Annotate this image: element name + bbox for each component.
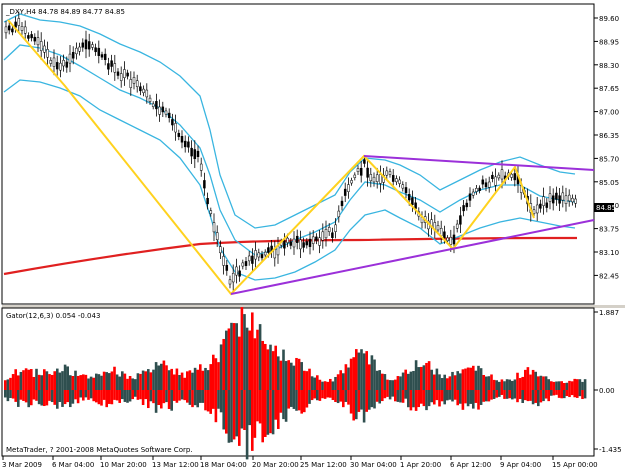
price-tick-label: 87.00 xyxy=(599,109,619,117)
price-tick-label: 85.70 xyxy=(599,155,619,163)
gator-tick-label: 1.887 xyxy=(599,309,619,317)
gator-tick-label: -1.435 xyxy=(599,446,622,454)
time-tick-label: 6 Apr 12:00 xyxy=(450,461,491,469)
current-price-marker: 84.85 xyxy=(594,203,616,212)
time-tick-label: 3 Mar 2009 xyxy=(2,461,42,469)
time-tick-label: 25 Mar 12:00 xyxy=(300,461,347,469)
time-tick-label: 18 Mar 04:00 xyxy=(200,461,247,469)
chart-canvas[interactable]: _DXY,H4 84.78 84.89 84.77 84.85 89.6088.… xyxy=(0,0,627,470)
price-tick-label: 89.60 xyxy=(599,15,619,23)
metatrader-chart-window[interactable]: _DXY,H4 84.78 84.89 84.77 84.85 89.60 88.… xyxy=(0,0,627,470)
time-tick-label: 15 Apr 00:00 xyxy=(552,461,598,469)
copyright-text: MetaTrader, ? 2001-2008 MetaQuotes Softw… xyxy=(6,446,193,454)
price-axis: 89.60 88.95 88.30 87.65 87.00 86.35 85.70 85.05… xyxy=(594,15,619,280)
time-tick-label: 6 Mar 04:00 xyxy=(52,461,94,469)
time-tick-label: 30 Mar 04:00 xyxy=(350,461,397,469)
price-tick-label: 88.30 xyxy=(599,62,619,70)
current-price-label: 84.85 xyxy=(596,204,616,212)
gator-pane[interactable]: Gator(12,6,3) 0.054 -0.043 1.887 0.00 -1.4… xyxy=(1,307,622,460)
price-tick-label: 83.10 xyxy=(599,249,619,257)
price-tick-label: 87.65 xyxy=(599,85,619,93)
gator-pane-header: Gator(12,6,3) 0.054 -0.043 xyxy=(6,312,100,320)
time-tick-label: 1 Apr 20:00 xyxy=(400,461,441,469)
gator-axis: 1.887 0.00 -1.435 xyxy=(594,309,622,454)
price-tick-label: 88.95 xyxy=(599,38,619,46)
price-pane[interactable]: _DXY,H4 84.78 84.89 84.77 84.85 89.6088.… xyxy=(1,3,619,305)
price-tick-label: 85.05 xyxy=(599,179,619,187)
price-tick-label: 86.35 xyxy=(599,132,619,140)
time-tick-label: 10 Mar 20:00 xyxy=(100,461,147,469)
price-tick-label: 82.45 xyxy=(599,272,619,280)
time-axis: 3 Mar 2009 6 Mar 04:00 10 Mar 20:00 13 Mar … xyxy=(2,456,598,469)
time-tick-label: 13 Mar 12:00 xyxy=(152,461,199,469)
time-tick-label: 9 Apr 04:00 xyxy=(500,461,541,469)
gator-tick-label: 0.00 xyxy=(599,387,615,395)
price-tick-label: 83.75 xyxy=(599,226,619,234)
time-tick-label: 20 Mar 20:00 xyxy=(252,461,299,469)
